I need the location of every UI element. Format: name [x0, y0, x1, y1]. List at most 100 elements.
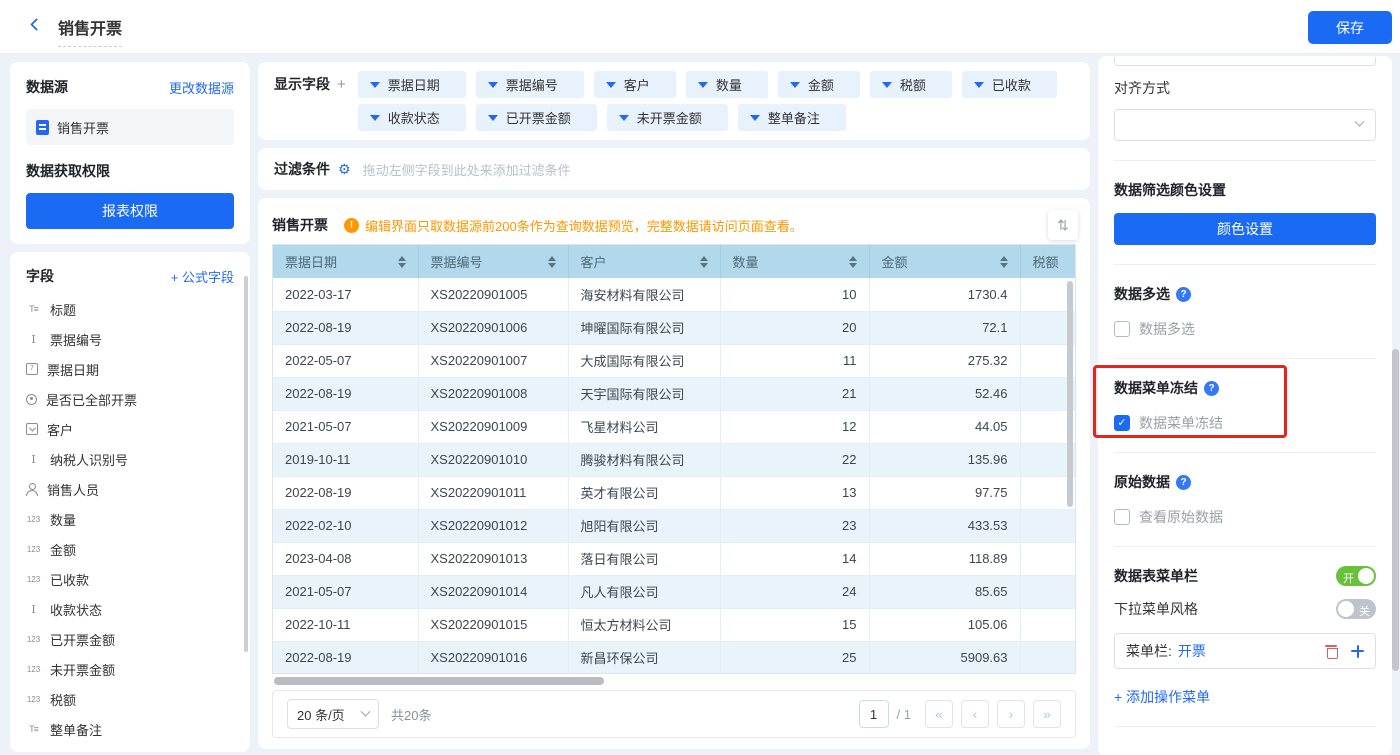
caret-down-icon[interactable] [488, 82, 498, 88]
first-page-button[interactable] [925, 700, 953, 728]
caret-down-icon[interactable] [370, 115, 380, 121]
truncated-input[interactable] [1114, 57, 1376, 66]
sort-arrows-icon[interactable] [849, 256, 857, 268]
page-size-select[interactable]: 20 条/页 [287, 699, 379, 729]
field-item[interactable]: 客户 [10, 414, 250, 444]
page-input[interactable] [859, 700, 889, 728]
last-page-button[interactable] [1033, 700, 1061, 728]
menu-item-invoice[interactable]: 菜单栏: 开票 [1114, 633, 1376, 669]
field-item[interactable]: 数量 [10, 504, 250, 534]
toggle-knob [1358, 568, 1374, 584]
display-field-chip[interactable]: 金额 [778, 71, 860, 98]
field-item[interactable]: 税额 [10, 684, 250, 714]
datasource-item[interactable]: 销售开票 [26, 109, 234, 145]
table-row[interactable]: 2022-02-10XS20220901012旭阳有限公司23433.53 [273, 509, 1076, 542]
field-item[interactable]: 收款状态 [10, 594, 250, 624]
report-permission-button[interactable]: 报表权限 [26, 193, 234, 229]
display-field-chip[interactable]: 客户 [594, 71, 676, 98]
menu-item-value-link[interactable]: 开票 [1178, 641, 1206, 661]
caret-down-icon[interactable] [370, 82, 380, 88]
gear-icon[interactable] [338, 161, 351, 178]
table-menubar-toggle[interactable]: 开 [1336, 566, 1376, 586]
table-row[interactable]: 2022-08-19XS20220901011英才有限公司1397.75 [273, 476, 1076, 509]
display-field-chip[interactable]: 数量 [686, 71, 768, 98]
sort-arrows-icon[interactable] [398, 256, 406, 268]
field-item[interactable]: 金额 [10, 534, 250, 564]
raw-data-checkbox[interactable] [1114, 509, 1130, 525]
page-title[interactable]: 销售开票 [58, 15, 122, 47]
field-item[interactable]: 销售人员 [10, 474, 250, 504]
table-row[interactable]: 2022-10-11XS20220901015恒太方材料公司15105.06 [273, 608, 1076, 641]
table-vertical-scrollbar[interactable] [1067, 281, 1073, 507]
back-button[interactable] [30, 18, 42, 34]
sort-arrows-icon[interactable] [548, 256, 556, 268]
display-field-chip[interactable]: 整单备注 [738, 104, 846, 131]
table-row[interactable]: 2022-03-17XS20220901005海安材料有限公司101730.4 [273, 278, 1076, 311]
display-field-chip[interactable]: 已开票金额 [476, 104, 597, 131]
page-scrollbar[interactable] [1392, 349, 1399, 671]
caret-down-icon[interactable] [698, 82, 708, 88]
caret-down-icon[interactable] [882, 82, 892, 88]
field-item[interactable]: 已开票金额 [10, 624, 250, 654]
sort-order-button[interactable] [1048, 210, 1078, 240]
field-item[interactable]: 票据日期 [10, 354, 250, 384]
add-display-field-icon[interactable] [337, 76, 346, 93]
column-header[interactable]: 金额 [869, 245, 1020, 278]
table-row[interactable]: 2021-05-07XS20220901014凡人有限公司2485.65 [273, 575, 1076, 608]
display-field-chip[interactable]: 票据编号 [476, 71, 584, 98]
column-header[interactable]: 税额 [1020, 245, 1076, 278]
multi-select-checkbox[interactable] [1114, 321, 1130, 337]
align-select[interactable] [1114, 109, 1376, 141]
caret-down-icon[interactable] [790, 82, 800, 88]
field-item[interactable]: 票据编号 [10, 324, 250, 354]
previous-page-button[interactable] [961, 700, 989, 728]
display-field-chip[interactable]: 票据日期 [358, 71, 466, 98]
table-row[interactable]: 2022-08-19XS20220901008天宇国际有限公司2152.46 [273, 377, 1076, 410]
sort-arrows-icon[interactable] [700, 256, 708, 268]
scrollbar-thumb[interactable] [274, 677, 604, 685]
display-field-chip[interactable]: 税额 [870, 71, 952, 98]
color-settings-button[interactable]: 颜色设置 [1114, 213, 1376, 245]
field-item[interactable]: 未开票金额 [10, 654, 250, 684]
table-row[interactable]: 2022-08-19XS20220901016新昌环保公司255909.63 [273, 641, 1076, 674]
table-horizontal-scrollbar[interactable] [272, 677, 1076, 686]
field-item[interactable]: 纳税人识别号 [10, 444, 250, 474]
change-datasource-link[interactable]: 更改数据源 [169, 78, 234, 97]
caret-down-icon[interactable] [606, 82, 616, 88]
caret-down-icon[interactable] [750, 115, 760, 121]
column-header[interactable]: 票据编号 [418, 245, 568, 278]
display-field-chip[interactable]: 已收款 [962, 71, 1057, 98]
table-row[interactable]: 2022-08-19XS20220901006坤曜国际有限公司2072.1 [273, 311, 1076, 344]
field-item[interactable]: 是否已全部开票 [10, 384, 250, 414]
move-icon[interactable] [1351, 645, 1364, 658]
field-item[interactable]: 已收款 [10, 564, 250, 594]
add-formula-field-link[interactable]: + 公式字段 [171, 267, 234, 286]
trash-icon[interactable] [1325, 644, 1337, 658]
table-row[interactable]: 2022-05-07XS20220901007大成国际有限公司11275.32 [273, 344, 1076, 377]
sort-arrows-icon[interactable] [1000, 256, 1008, 268]
caret-down-icon[interactable] [488, 115, 498, 121]
column-header[interactable]: 票据日期 [273, 245, 418, 278]
table-row[interactable]: 2019-10-11XS20220901010腾骏材料有限公司22135.96 [273, 443, 1076, 476]
caret-down-icon[interactable] [619, 115, 629, 121]
caret-down-icon[interactable] [974, 82, 984, 88]
save-button[interactable]: 保存 [1308, 11, 1392, 44]
add-action-menu-link[interactable]: + 添加操作菜单 [1114, 687, 1210, 707]
help-icon[interactable] [1176, 475, 1191, 490]
column-header[interactable]: 数量 [720, 245, 869, 278]
help-icon[interactable] [1204, 381, 1219, 396]
menu-freeze-checkbox[interactable] [1114, 415, 1130, 431]
column-header[interactable]: 客户 [568, 245, 720, 278]
fields-scrollbar[interactable] [244, 276, 248, 652]
table-row[interactable]: 2021-05-07XS20220901009飞星材料公司1244.05 [273, 410, 1076, 443]
field-item[interactable]: 整单备注 [10, 714, 250, 744]
dropdown-style-toggle[interactable]: 关 [1336, 599, 1376, 619]
field-item-label: 纳税人识别号 [50, 450, 128, 469]
field-item[interactable]: 标题 [10, 294, 250, 324]
help-icon[interactable] [1176, 287, 1191, 302]
next-page-button[interactable] [997, 700, 1025, 728]
display-field-chip[interactable]: 未开票金额 [607, 104, 728, 131]
table-row[interactable]: 2023-04-08XS20220901013落日有限公司14118.89 [273, 542, 1076, 575]
number-field-icon [26, 695, 41, 704]
display-field-chip[interactable]: 收款状态 [358, 104, 466, 131]
